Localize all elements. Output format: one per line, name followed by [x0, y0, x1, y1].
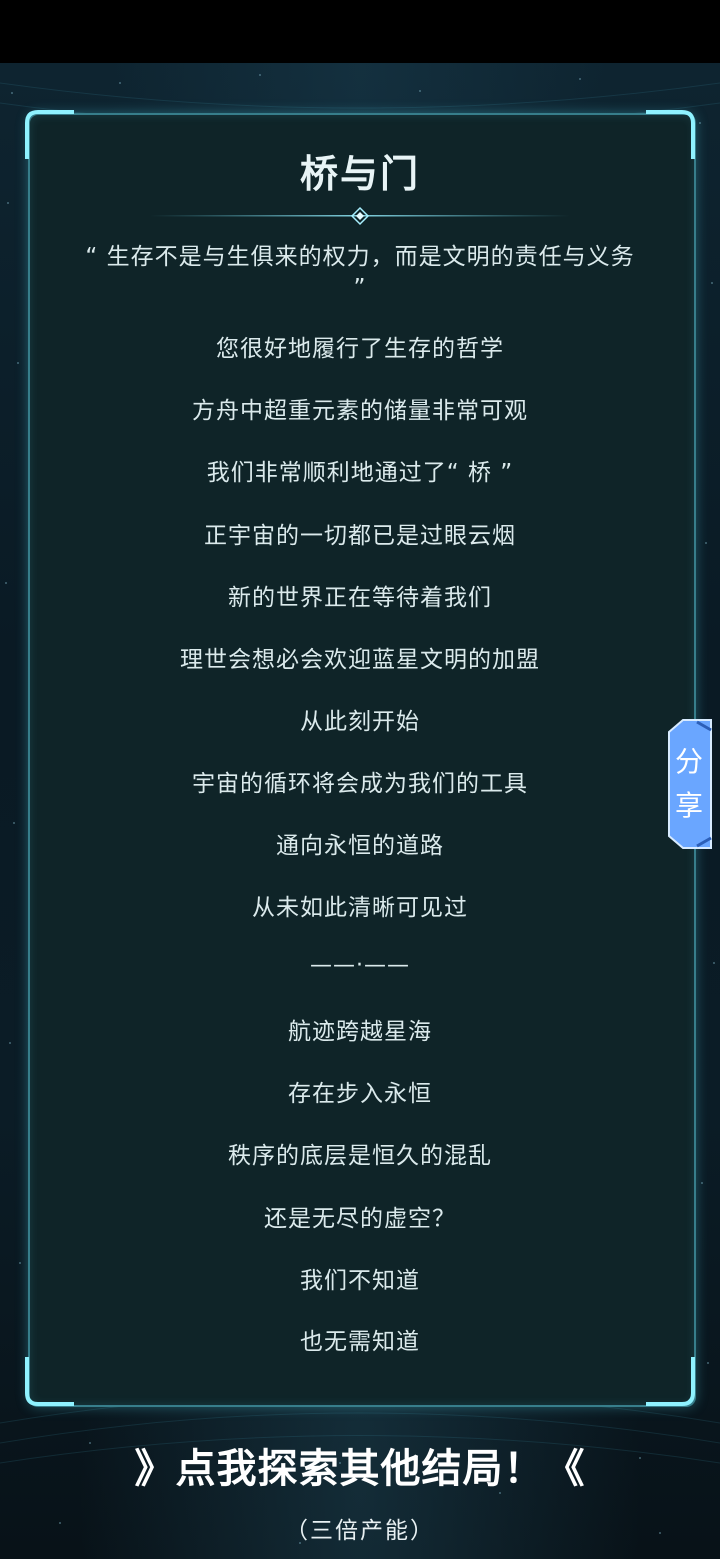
share-label-char: 享 [674, 789, 703, 822]
story-line: 理世会想必会欢迎蓝星文明的加盟 [180, 647, 540, 673]
ending-quote: “ 生存不是与生俱来的权力，而是文明的责任与义务 ” [85, 244, 635, 301]
status-bar [0, 0, 720, 63]
story-line: 从此刻开始 [300, 709, 420, 735]
story-line: 还是无尽的虚空？ [264, 1206, 456, 1232]
section-separator: ——·—— [310, 953, 410, 978]
share-label[interactable]: 分 享 [668, 740, 710, 828]
story-line: 航迹跨越星海 [288, 1019, 432, 1045]
story-line: 秩序的底层是恒久的混乱 [228, 1143, 492, 1169]
panel-corner-bottom-left [24, 1353, 78, 1407]
story-line: 方舟中超重元素的储量非常可观 [192, 398, 528, 424]
story-line: 我们非常顺利地通过了“ 桥 ” [206, 460, 514, 486]
story-line: 存在步入永恒 [288, 1081, 432, 1107]
story-line: 宇宙的循环将会成为我们的工具 [192, 771, 528, 797]
title-divider [150, 206, 570, 226]
story-line: 也无需知道 [300, 1329, 420, 1355]
share-label-char: 分 [674, 745, 703, 778]
panel-corner-bottom-right [642, 1353, 696, 1407]
story-line: 从未如此清晰可见过 [252, 895, 468, 921]
explore-sublabel: （三倍产能） [285, 1518, 435, 1544]
story-line: 新的世界正在等待着我们 [228, 585, 492, 611]
ending-title: 桥与门 [299, 152, 420, 196]
story-line: 我们不知道 [300, 1268, 420, 1294]
story-line: 正宇宙的一切都已是过眼云烟 [204, 523, 516, 549]
story-line: 您很好地履行了生存的哲学 [216, 336, 504, 362]
story-line: 通向永恒的道路 [276, 833, 444, 859]
explore-other-endings-button[interactable]: 》点我探索其他结局！《 [0, 1436, 720, 1494]
